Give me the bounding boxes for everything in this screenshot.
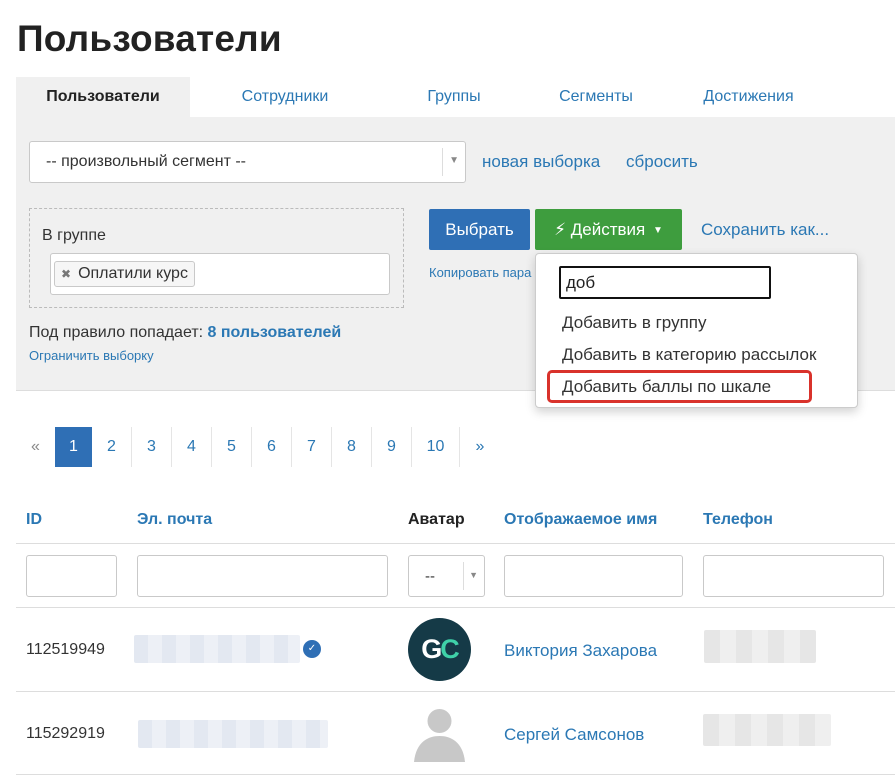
page-6[interactable]: 6 <box>252 427 292 467</box>
chevron-down-icon: ▼ <box>469 570 478 580</box>
phone-filter-input[interactable] <box>703 555 884 597</box>
limit-selection-link[interactable]: Ограничить выборку <box>29 348 154 363</box>
new-selection-link[interactable]: новая выборка <box>482 152 600 172</box>
row-2-phone-redacted <box>703 714 831 746</box>
rule-summary: Под правило попадает: 8 пользователей <box>29 324 341 342</box>
tab-segments[interactable]: Сегменты <box>528 77 664 117</box>
segment-select-value: -- произвольный сегмент -- <box>46 153 246 170</box>
tab-groups[interactable]: Группы <box>380 77 528 117</box>
page-8[interactable]: 8 <box>332 427 372 467</box>
page-2[interactable]: 2 <box>92 427 132 467</box>
pagination-prev[interactable]: « <box>16 427 55 467</box>
page-3[interactable]: 3 <box>132 427 172 467</box>
id-filter-input[interactable] <box>26 555 117 597</box>
remove-tag-icon[interactable]: ✖ <box>61 262 71 286</box>
rule-summary-prefix: Под правило попадает: <box>29 324 204 341</box>
column-header-email[interactable]: Эл. почта <box>137 511 212 529</box>
row-1-display-name[interactable]: Виктория Захарова <box>504 641 657 661</box>
save-as-link[interactable]: Сохранить как... <box>701 220 829 240</box>
row-1-id: 112519949 <box>26 641 105 658</box>
column-header-avatar: Аватар <box>408 511 465 528</box>
header-divider <box>16 543 895 544</box>
group-tag-input[interactable]: ✖ Оплатили курс <box>50 253 390 295</box>
tab-bar: Пользователи Сотрудники Группы Сегменты … <box>16 77 895 117</box>
gc-logo-c: C <box>440 634 459 664</box>
pagination-next[interactable]: » <box>460 427 500 467</box>
column-header-phone[interactable]: Телефон <box>703 511 773 529</box>
select-divider <box>442 148 443 176</box>
page-title: Пользователи <box>17 18 282 59</box>
gc-logo-g: G <box>421 634 442 664</box>
tab-achievements[interactable]: Достижения <box>664 77 833 117</box>
page-4[interactable]: 4 <box>172 427 212 467</box>
lightning-icon: ⚡ <box>554 220 567 239</box>
actions-search-input[interactable] <box>559 266 771 299</box>
reset-link[interactable]: сбросить <box>626 152 698 172</box>
display-name-filter-input[interactable] <box>504 555 683 597</box>
row-2-id: 115292919 <box>26 725 105 742</box>
row-2-email-redacted[interactable] <box>138 720 328 748</box>
row-divider <box>16 691 895 692</box>
chevron-down-icon: ▼ <box>449 155 459 166</box>
select-button[interactable]: Выбрать <box>429 209 530 250</box>
segment-select[interactable]: -- произвольный сегмент -- ▼ <box>29 141 466 183</box>
tab-users[interactable]: Пользователи <box>16 77 190 117</box>
action-add-to-mailing-category[interactable]: Добавить в категорию рассылок <box>562 345 816 365</box>
caret-down-icon: ▼ <box>652 225 663 236</box>
pagination: « 1 2 3 4 5 6 7 8 9 10 » <box>16 427 500 467</box>
email-filter-input[interactable] <box>137 555 388 597</box>
verified-check-icon: ✓ <box>303 640 321 658</box>
row-2-display-name[interactable]: Сергей Самсонов <box>504 725 644 745</box>
copy-params-link[interactable]: Копировать пара <box>429 265 531 280</box>
page-7[interactable]: 7 <box>292 427 332 467</box>
group-tag-label: Оплатили курс <box>78 265 188 282</box>
group-rule-box: В группе ✖ Оплатили курс <box>29 208 404 308</box>
row-divider <box>16 774 895 775</box>
row-1-phone-redacted <box>704 630 816 663</box>
select-divider <box>463 562 464 590</box>
column-header-id[interactable]: ID <box>26 511 42 529</box>
page-5[interactable]: 5 <box>212 427 252 467</box>
column-header-display-name[interactable]: Отображаемое имя <box>504 511 657 529</box>
actions-dropdown: Добавить в группу Добавить в категорию р… <box>535 253 858 408</box>
avatar-filter-select[interactable]: -- ▼ <box>408 555 485 597</box>
row-1-avatar[interactable]: GC <box>408 618 471 681</box>
row-1-email-redacted[interactable] <box>134 635 300 663</box>
filter-divider <box>16 607 895 608</box>
actions-button[interactable]: ⚡ Действия ▼ <box>535 209 682 250</box>
page-1[interactable]: 1 <box>55 427 92 467</box>
tab-employees[interactable]: Сотрудники <box>190 77 380 117</box>
actions-button-label: Действия <box>570 220 646 239</box>
group-tag: ✖ Оплатили курс <box>54 261 195 287</box>
highlight-outline <box>547 370 812 403</box>
page-10[interactable]: 10 <box>412 427 460 467</box>
action-add-to-group[interactable]: Добавить в группу <box>562 313 706 333</box>
rule-count-link[interactable]: 8 пользователей <box>208 324 342 341</box>
group-rule-label: В группе <box>42 227 106 244</box>
default-user-icon[interactable] <box>408 702 471 765</box>
avatar-filter-value: -- <box>425 568 435 585</box>
page-9[interactable]: 9 <box>372 427 412 467</box>
